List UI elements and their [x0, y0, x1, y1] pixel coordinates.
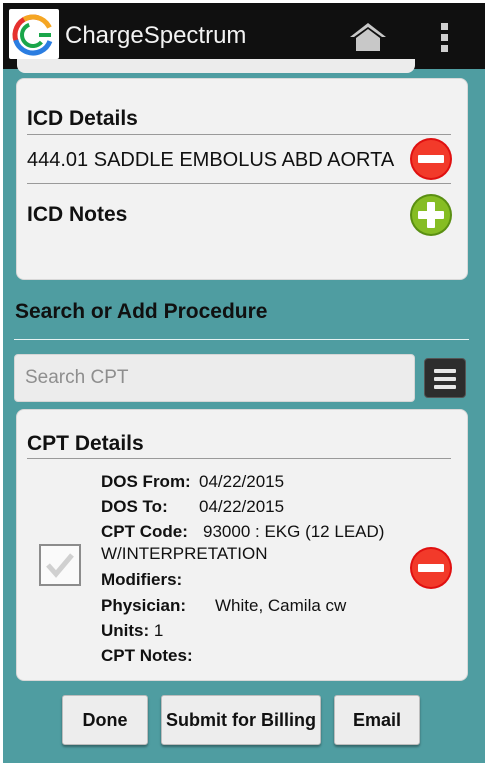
cpt-notes-label: CPT Notes: — [101, 646, 193, 665]
overflow-menu-icon — [441, 23, 448, 52]
physician-label: Physician: — [101, 596, 187, 615]
list-icon-bar — [434, 385, 456, 389]
icd-notes-divider — [27, 183, 451, 184]
previous-card-edge — [17, 59, 415, 73]
remove-icon — [410, 547, 452, 589]
app-screen: ChargeSpectrum ICD Details 444.01 SADDLE… — [3, 3, 485, 763]
icd-code-text: 444.01 SADDLE EMBOLUS ABD AORTA — [27, 149, 395, 171]
units-row: Units: 1 — [101, 621, 163, 641]
cpt-code-value: 93000 : EKG (12 LEAD) — [203, 522, 385, 541]
cpt-code-continued: W/INTERPRETATION — [101, 544, 268, 563]
cpt-details-heading: CPT Details — [27, 432, 144, 455]
cpt-divider — [27, 458, 451, 459]
add-icd-note-button[interactable] — [409, 193, 453, 237]
search-cpt-input[interactable] — [14, 354, 415, 402]
remove-icd-button[interactable] — [409, 137, 453, 181]
dos-from-value: 04/22/2015 — [199, 472, 285, 491]
cpt-code-row: CPT Code: 93000 : EKG (12 LEAD) — [101, 522, 384, 542]
overflow-menu-button[interactable] — [435, 19, 455, 55]
cpt-select-checkbox[interactable] — [39, 544, 81, 586]
icd-divider — [27, 134, 451, 135]
dos-to-value: 04/22/2015 — [199, 497, 285, 516]
dos-to-row: DOS To: 04/22/2015 — [101, 497, 284, 517]
modifiers-label: Modifiers: — [101, 570, 183, 589]
cpt-notes-row: CPT Notes: — [101, 646, 193, 666]
add-icon — [410, 194, 452, 236]
check-icon — [46, 553, 74, 578]
list-icon — [434, 369, 456, 373]
cpt-list-button[interactable] — [424, 358, 466, 398]
dos-from-label: DOS From: — [101, 472, 191, 491]
email-button[interactable]: Email — [334, 695, 420, 745]
done-button[interactable]: Done — [62, 695, 148, 745]
dos-from-row: DOS From: 04/22/2015 — [101, 472, 284, 492]
remove-icon — [410, 138, 452, 180]
modifiers-row: Modifiers: — [101, 570, 182, 590]
list-icon-bar — [434, 377, 456, 381]
app-logo — [9, 9, 59, 59]
icd-details-heading: ICD Details — [27, 107, 138, 130]
remove-cpt-button[interactable] — [409, 546, 453, 590]
cpt-code-label: CPT Code: — [101, 522, 188, 541]
app-title: ChargeSpectrum — [65, 22, 247, 49]
icd-notes-label: ICD Notes — [27, 203, 128, 226]
search-procedure-heading: Search or Add Procedure — [15, 300, 268, 323]
icd-details-card: ICD Details 444.01 SADDLE EMBOLUS ABD AO… — [16, 78, 468, 280]
home-icon — [350, 23, 386, 51]
cpt-details-card: CPT Details DOS From: 04/22/2015 DOS To:… — [16, 409, 468, 681]
search-divider — [14, 339, 469, 340]
units-label: Units: — [101, 621, 150, 640]
home-button[interactable] — [348, 21, 388, 53]
units-value: 1 — [153, 621, 164, 640]
physician-row: Physician: White, Camila cw — [101, 596, 346, 616]
submit-for-billing-button[interactable]: Submit for Billing — [161, 695, 321, 745]
dos-to-label: DOS To: — [101, 497, 168, 516]
physician-value: White, Camila cw — [215, 596, 347, 615]
